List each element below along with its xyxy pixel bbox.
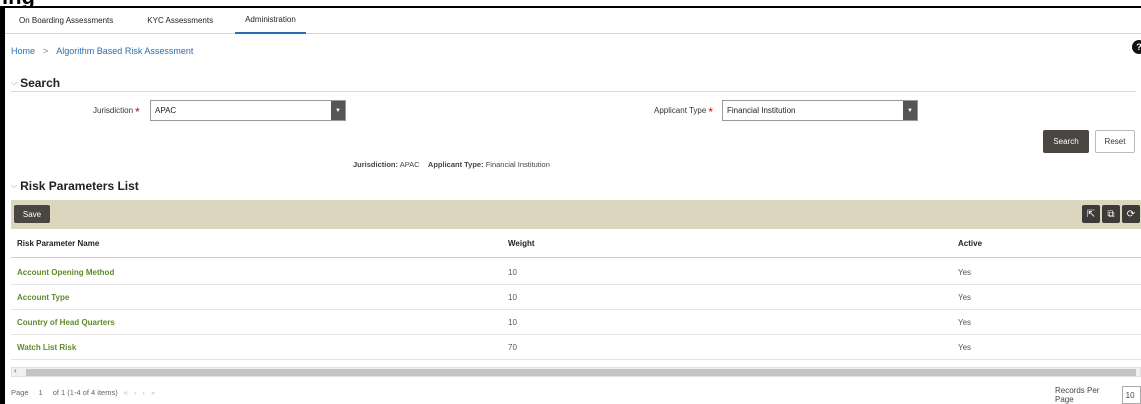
copy-icon[interactable]: ⧉	[1102, 205, 1120, 223]
tab-onboarding-assessments[interactable]: On Boarding Assessments	[9, 8, 123, 34]
first-page-icon[interactable]: «	[124, 388, 128, 397]
jurisdiction-select[interactable]: APAC ▼	[150, 100, 346, 121]
risk-list-title-text: Risk Parameters List	[20, 179, 139, 193]
reset-button[interactable]: Reset	[1095, 130, 1135, 153]
search-section-divider	[11, 91, 1136, 92]
breadcrumb: Home > Algorithm Based Risk Assessment	[11, 46, 193, 56]
next-page-icon[interactable]: ›	[142, 388, 145, 397]
column-header-active[interactable]: Active	[958, 230, 982, 257]
active-cell: Yes	[958, 342, 972, 352]
risk-parameter-name-link[interactable]: Country of Head Quarters	[17, 310, 115, 334]
help-icon[interactable]: ?	[1132, 40, 1141, 54]
search-section-title[interactable]: ⌵ Search	[11, 76, 60, 90]
search-summary: Jurisdiction: APAC Applicant Type: Finan…	[353, 160, 550, 169]
page-info: of 1 (1-4 of 4 items)	[52, 388, 118, 397]
dropdown-arrow-icon[interactable]: ▼	[903, 101, 917, 120]
jurisdiction-label: Jurisdiction *	[93, 105, 140, 119]
jurisdiction-value: APAC	[155, 106, 177, 115]
collapse-caret-icon: ⌵	[11, 78, 18, 87]
tab-kyc-assessments[interactable]: KYC Assessments	[137, 8, 223, 34]
collapse-caret-icon: ⌵	[11, 181, 18, 190]
previous-page-icon[interactable]: ‹	[134, 388, 137, 397]
save-button[interactable]: Save	[14, 205, 50, 223]
records-per-page-label: Records Per Page	[1055, 386, 1100, 404]
records-per-page: Records Per Page 10	[1055, 386, 1141, 404]
column-header-weight[interactable]: Weight	[508, 230, 535, 257]
breadcrumb-separator: >	[43, 46, 49, 56]
table-row[interactable]: Account Type 10 Yes	[11, 285, 1141, 310]
scrollbar-thumb[interactable]	[26, 369, 1136, 376]
active-cell: Yes	[958, 292, 972, 302]
page-label: Page	[11, 388, 29, 397]
horizontal-scrollbar[interactable]: ‹	[11, 366, 1141, 377]
weight-cell: 70	[508, 342, 517, 352]
table-row[interactable]: Account Opening Method 10 Yes	[11, 260, 1141, 285]
breadcrumb-home[interactable]: Home	[11, 46, 35, 56]
risk-list-toolbar	[11, 200, 1141, 229]
refresh-icon[interactable]: ⟳	[1122, 205, 1140, 223]
last-page-icon[interactable]: »	[151, 388, 155, 397]
weight-cell: 10	[508, 267, 517, 277]
tab-administration[interactable]: Administration	[235, 8, 306, 34]
scroll-left-icon[interactable]: ‹	[14, 366, 17, 375]
risk-parameter-name-link[interactable]: Watch List Risk	[17, 335, 76, 359]
risk-parameter-name-link[interactable]: Account Opening Method	[17, 260, 114, 284]
breadcrumb-current[interactable]: Algorithm Based Risk Assessment	[56, 46, 193, 56]
table-row[interactable]: Watch List Risk 70 Yes	[11, 335, 1141, 360]
top-tabs: On Boarding Assessments KYC Assessments …	[5, 8, 1141, 34]
weight-cell: 10	[508, 317, 517, 327]
risk-parameter-name-link[interactable]: Account Type	[17, 285, 69, 309]
weight-cell: 10	[508, 292, 517, 302]
column-header-name[interactable]: Risk Parameter Name	[17, 230, 99, 257]
applicant-type-select[interactable]: Financial Institution ▼	[722, 100, 918, 121]
applicant-type-value: Financial Institution	[727, 106, 796, 115]
pagination: Page 1 of 1 (1-4 of 4 items) « ‹ › »	[11, 388, 161, 397]
table-row[interactable]: Country of Head Quarters 10 Yes	[11, 310, 1141, 335]
export-icon[interactable]: ⇱	[1082, 205, 1100, 223]
records-per-page-select[interactable]: 10	[1121, 386, 1141, 404]
active-cell: Yes	[958, 267, 972, 277]
active-cell: Yes	[958, 317, 972, 327]
search-title-text: Search	[20, 76, 61, 90]
applicant-type-label: Applicant Type *	[654, 105, 714, 119]
window-border-left	[0, 6, 5, 404]
risk-table-header: Risk Parameter Name Weight Active	[11, 230, 1141, 258]
risk-list-section-title[interactable]: ⌵ Risk Parameters List	[11, 179, 139, 193]
page-number-input[interactable]: 1	[39, 388, 43, 397]
dropdown-arrow-icon[interactable]: ▼	[331, 101, 345, 120]
search-button[interactable]: Search	[1043, 130, 1089, 153]
